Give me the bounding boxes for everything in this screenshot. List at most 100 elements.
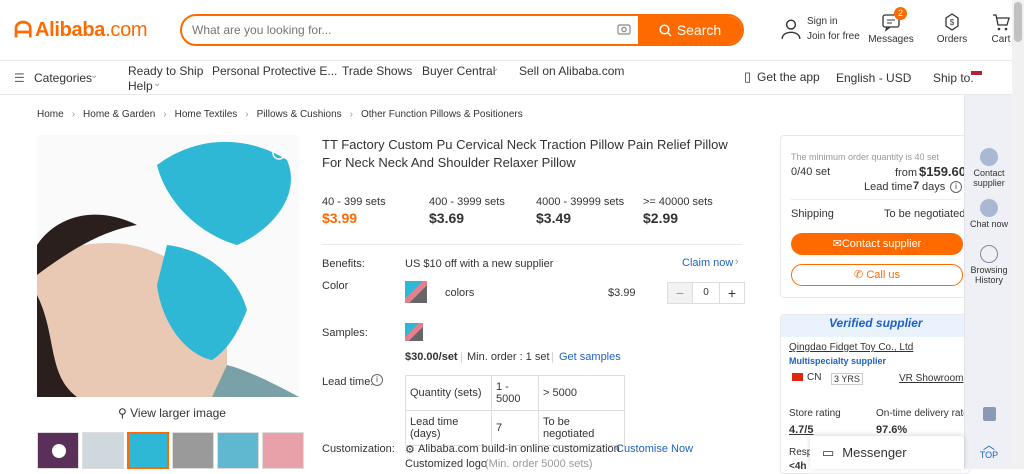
customization-icon: ⚙ — [405, 444, 415, 456]
ship-to-select[interactable]: Ship to: — [933, 71, 974, 85]
lead-days-unit: days — [922, 181, 946, 193]
shipping-value: To be negotiated — [884, 208, 966, 220]
search-input[interactable] — [182, 16, 610, 44]
messages-link[interactable]: 2 Messages — [862, 7, 920, 45]
store-rating-value[interactable]: 4.7/5 — [789, 424, 813, 436]
sample-swatch[interactable] — [405, 323, 423, 341]
contact-supplier-button[interactable]: ✉Contact supplier — [791, 233, 963, 255]
sidebar-contact-supplier[interactable]: Contact supplier — [965, 148, 1013, 188]
orders-link[interactable]: $ Orders — [924, 12, 980, 45]
china-flag-icon — [792, 373, 803, 381]
customized-logo: Customized logo — [405, 458, 487, 470]
decrease-button[interactable]: − — [668, 283, 692, 303]
sidebar-chat-now[interactable]: Chat now — [965, 199, 1013, 229]
scrollbar-thumb[interactable] — [1014, 2, 1022, 42]
phone-icon: ▯ — [744, 69, 752, 84]
sign-in-link[interactable]: Sign in Join for free — [780, 12, 862, 45]
svg-text:$: $ — [950, 18, 955, 27]
divider — [322, 244, 742, 245]
info-icon[interactable]: i — [950, 181, 962, 193]
breadcrumb-current[interactable]: Other Function Pillows & Positioners — [361, 109, 523, 120]
product-title: TT Factory Custom Pu Cervical Neck Tract… — [322, 137, 728, 170]
thumbnail-selected[interactable] — [127, 432, 169, 469]
get-samples-link[interactable]: Get samples — [559, 351, 621, 363]
alibaba-logo[interactable]: ᗩ Alibaba .com — [14, 17, 148, 43]
breadcrumb-home[interactable]: Home — [37, 109, 64, 120]
ontime-value: 97.6% — [876, 424, 908, 436]
call-us-button[interactable]: ✆ Call us — [791, 264, 963, 286]
thumbnail[interactable] — [217, 432, 259, 469]
table-cell: Lead time (days) — [405, 410, 492, 446]
search-button[interactable]: Search — [638, 16, 742, 44]
category-nav: ☰ Categories ⌄ Ready to Ship Help ⌄ Pers… — [0, 61, 1024, 95]
increase-button[interactable]: + — [720, 283, 744, 303]
info-icon[interactable]: i — [371, 374, 383, 386]
nav-ppe[interactable]: Personal Protective E... — [212, 64, 337, 78]
sample-min-order: Min. order : 1 set — [467, 351, 550, 363]
page-scrollbar[interactable] — [1012, 0, 1024, 469]
nav-ready-to-ship[interactable]: Ready to Ship — [128, 64, 203, 78]
nav-buyer-central[interactable]: Buyer Central — [422, 64, 495, 78]
total-price: $159.60 — [919, 164, 966, 179]
color-swatch[interactable] — [405, 281, 427, 303]
thumbnail[interactable] — [172, 432, 214, 469]
supplier-country: CN — [807, 372, 822, 383]
thumbnail-video[interactable] — [37, 432, 79, 469]
response-value: <4h — [789, 461, 807, 472]
search-icon — [659, 23, 672, 37]
clock-icon — [980, 245, 998, 263]
thumbnail[interactable] — [82, 432, 124, 469]
language-select[interactable]: English - USD — [836, 71, 911, 85]
camera-icon[interactable] — [610, 22, 638, 38]
store-rating-label: Store rating — [789, 408, 841, 419]
table-cell: > 5000 — [538, 375, 625, 411]
view-larger-button[interactable]: ⚲ View larger image — [118, 406, 226, 420]
mail-icon: ✉ — [832, 238, 842, 250]
chat-icon — [980, 199, 998, 217]
lead-time-table: Quantity (sets) 1 - 5000 > 5000 Lead tim… — [405, 375, 625, 446]
price-tier: 4000 - 39999 sets $3.49 — [536, 196, 625, 226]
chevron-down-icon: ⌄ — [90, 70, 99, 81]
chevron-down-icon: ⌄ — [153, 78, 162, 89]
color-name: colors — [445, 287, 475, 299]
breadcrumb-home-textiles[interactable]: Home Textiles — [175, 109, 238, 120]
sidebar-top[interactable]: ︿ TOP — [965, 439, 1013, 460]
get-app-link[interactable]: Get the app — [757, 70, 820, 84]
product-main-image[interactable] — [37, 135, 299, 397]
sample-price: $30.00/set — [405, 351, 458, 363]
quantity-input[interactable]: 0 — [692, 283, 720, 303]
table-cell: 1 - 5000 — [491, 375, 539, 411]
table-cell: Quantity (sets) — [405, 375, 492, 411]
messages-badge: 2 — [894, 7, 908, 20]
messenger-button[interactable]: ▭ Messenger — [810, 436, 964, 469]
feedback-icon — [982, 407, 996, 421]
breadcrumb-home-garden[interactable]: Home & Garden — [83, 109, 155, 120]
sidebar-browsing-history[interactable]: Browsing History — [965, 245, 1013, 285]
benefits-text: US $10 off with a new supplier — [405, 258, 554, 270]
min-order-text: The minimum order quantity is 40 set — [791, 152, 940, 162]
cart-icon — [993, 14, 1010, 31]
customized-logo-min: (Min. order 5000 sets) — [485, 458, 593, 470]
lead-time-text: Lead time — [864, 181, 913, 193]
chevron-down-icon: ⌄ — [491, 63, 500, 74]
nav-sell[interactable]: Sell on Alibaba.com — [519, 64, 624, 78]
supplier-name-link[interactable]: Qingdao Fidget Toy Co., Ltd — [789, 342, 913, 353]
breadcrumb-pillows[interactable]: Pillows & Cushions — [257, 109, 342, 120]
nav-trade-shows[interactable]: Trade Shows — [342, 64, 412, 78]
quantity-stepper: − 0 + — [667, 282, 745, 304]
vr-showroom-link[interactable]: VR Showroom — [899, 373, 963, 384]
zoom-icon: ⚲ — [118, 406, 127, 420]
categories-menu[interactable]: Categories — [34, 71, 92, 85]
price-tier: 40 - 399 sets $3.99 — [322, 196, 386, 226]
verified-badge: Verified supplier — [829, 316, 923, 330]
claim-now-link[interactable]: Claim now — [682, 257, 733, 269]
color-price: $3.99 — [608, 287, 636, 299]
sidebar-feedback[interactable] — [965, 407, 1013, 423]
user-icon — [781, 18, 801, 39]
mail-icon — [980, 148, 998, 166]
thumbnail[interactable] — [262, 432, 304, 469]
nav-help[interactable]: Help — [128, 79, 153, 93]
logo-mark-icon: ᗩ — [14, 17, 32, 42]
table-cell: To be negotiated — [538, 410, 625, 446]
customise-now-link[interactable]: Customise Now — [616, 443, 693, 455]
